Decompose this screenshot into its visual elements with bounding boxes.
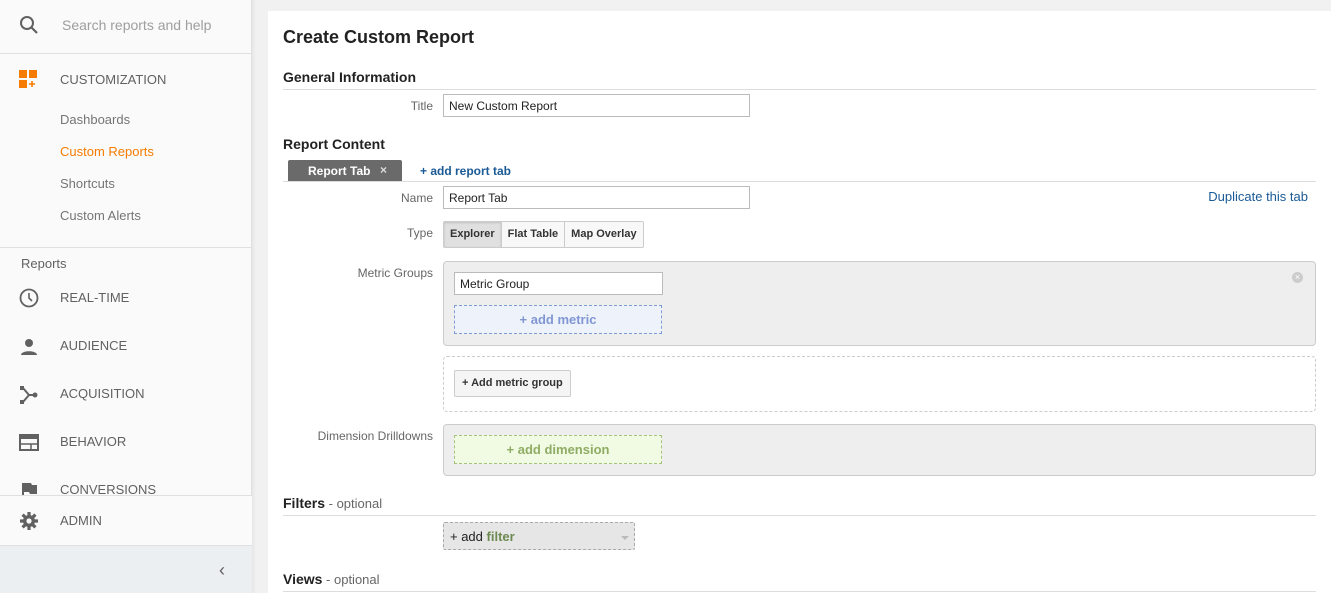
sidebar-item-custom-reports[interactable]: Custom Reports [60, 144, 154, 159]
page-title: Create Custom Report [283, 27, 475, 47]
person-icon [19, 337, 39, 362]
add-metric-button[interactable]: + add metric [454, 305, 662, 334]
filters-heading: Filters - optional [283, 495, 382, 511]
type-flat-table-button[interactable]: Flat Table [500, 221, 566, 248]
views-title: Views [283, 571, 323, 587]
filters-title: Filters [283, 495, 326, 511]
add-report-tab-link[interactable]: + add report tab [420, 164, 511, 178]
clock-icon [19, 288, 39, 313]
collapse-bar: ‹ [0, 545, 252, 593]
chevron-left-icon[interactable]: ‹ [219, 560, 225, 581]
search-icon [19, 15, 39, 40]
nav-acquisition[interactable]: ACQUISITION [60, 386, 145, 401]
dimension-drilldowns-label: Dimension Drilldowns [317, 429, 433, 443]
title-input[interactable] [443, 94, 750, 117]
report-content-heading: Report Content [283, 136, 385, 152]
divider [283, 181, 1316, 182]
divider [283, 591, 1316, 592]
views-heading: Views - optional [283, 571, 380, 587]
add-metric-group-button[interactable]: + Add metric group [454, 370, 571, 397]
general-info-heading: General Information [283, 69, 417, 85]
customization-icon [19, 70, 39, 95]
dropdown-caret-icon [621, 536, 629, 540]
add-dimension-button[interactable]: + add dimension [454, 435, 662, 464]
add-filter-prefix: + add [450, 529, 487, 544]
sidebar-item-shortcuts[interactable]: Shortcuts [60, 176, 115, 191]
divider [0, 247, 252, 248]
metric-group-name-input[interactable] [454, 272, 663, 295]
acquisition-icon [19, 385, 39, 410]
nav-audience[interactable]: AUDIENCE [60, 338, 127, 353]
sidebar: Search reports and help CUSTOMIZATION Da… [0, 0, 252, 593]
type-selector: Explorer Flat Table Map Overlay [443, 221, 644, 248]
dimension-panel: + add dimension [443, 424, 1316, 476]
sidebar-item-dashboards[interactable]: Dashboards [60, 112, 130, 127]
divider [283, 515, 1316, 516]
flag-icon [19, 481, 39, 495]
admin-row[interactable]: ADMIN [0, 496, 252, 545]
metric-groups-label: Metric Groups [357, 266, 433, 280]
reports-section-label: Reports [21, 256, 67, 271]
add-metric-group-area: + Add metric group [443, 356, 1316, 412]
tab-report-tab[interactable]: Report Tab × [288, 160, 402, 181]
close-icon[interactable]: × [380, 163, 387, 177]
filters-optional: - optional [325, 496, 383, 511]
nav-real-time[interactable]: REAL-TIME [60, 290, 129, 305]
duplicate-tab-link[interactable]: Duplicate this tab [1208, 189, 1308, 204]
views-optional: - optional [322, 572, 380, 587]
sidebar-item-custom-alerts[interactable]: Custom Alerts [60, 208, 141, 223]
add-filter-keyword: filter [486, 529, 515, 544]
sidebar-shadow [252, 0, 256, 593]
divider [283, 89, 1316, 90]
name-label: Name [400, 191, 433, 205]
search-bar[interactable]: Search reports and help [0, 0, 251, 54]
add-filter-button[interactable]: + add filter [443, 522, 635, 550]
remove-group-icon[interactable]: × [1292, 272, 1303, 283]
title-label: Title [410, 99, 433, 113]
main-panel: Create Custom Report General Information… [268, 11, 1331, 593]
behavior-icon [19, 433, 39, 458]
metric-group-panel: + add metric × [443, 261, 1316, 346]
type-label: Type [406, 226, 433, 240]
nav-customization[interactable]: CUSTOMIZATION [60, 72, 166, 87]
nav-behavior[interactable]: BEHAVIOR [60, 434, 126, 449]
tab-label: Report Tab [308, 164, 371, 178]
nav-admin: ADMIN [60, 513, 102, 528]
type-map-overlay-button[interactable]: Map Overlay [564, 221, 644, 248]
gear-icon [19, 511, 39, 536]
type-explorer-button[interactable]: Explorer [443, 221, 502, 248]
search-input[interactable]: Search reports and help [62, 17, 211, 33]
tab-name-input[interactable] [443, 186, 750, 209]
